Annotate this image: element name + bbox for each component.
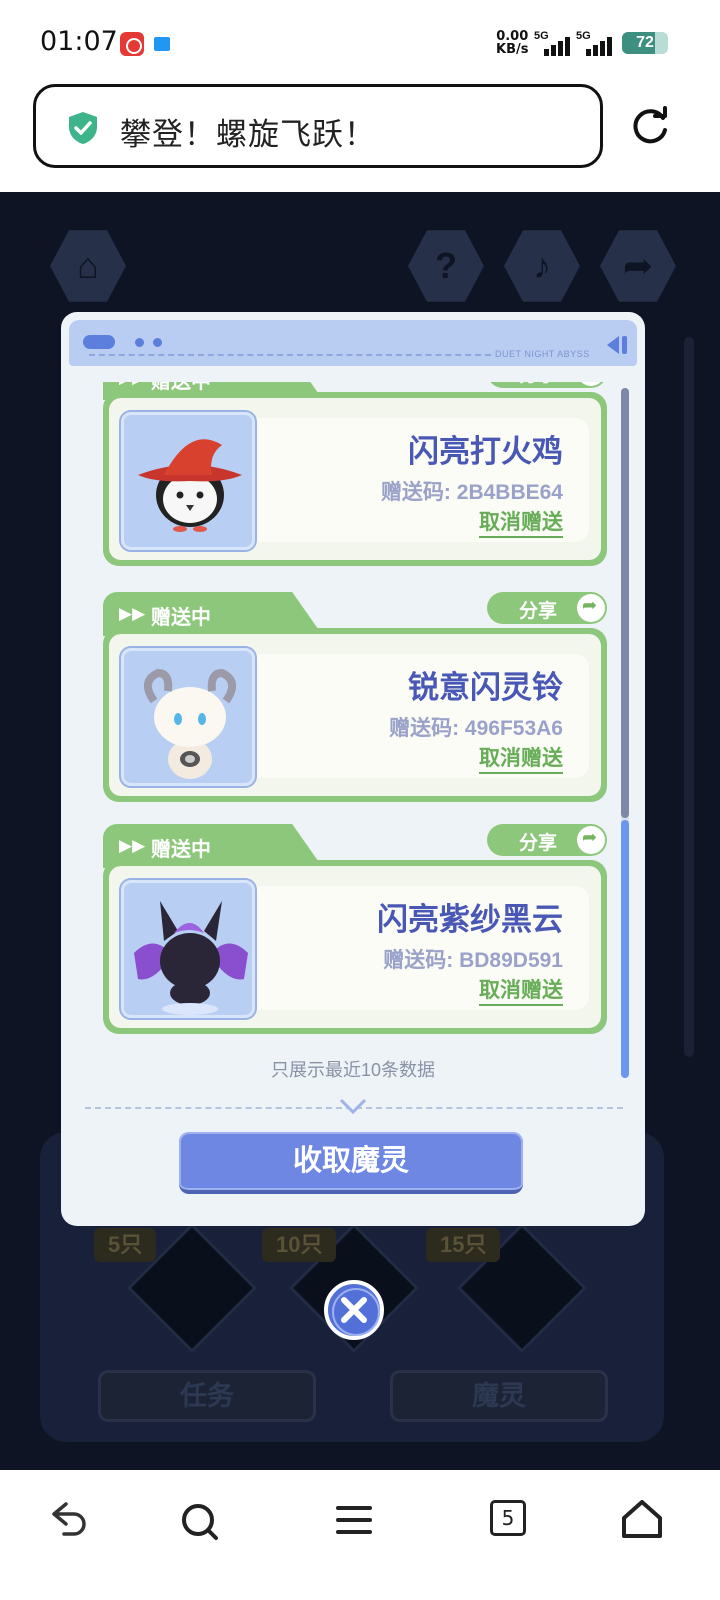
share-arrow-icon: ➦ [622,245,654,286]
page-title: 攀登！螺旋飞跃！ [120,117,376,152]
battery-icon: 72 [622,32,668,54]
gift-code: 赠送码: 496F53A6 [389,717,563,740]
signal-label-2: 5G [576,30,591,42]
spirit-thumbnail-sheep [119,646,257,788]
share-button[interactable]: 分享 [487,824,607,856]
share-icon [577,594,605,622]
spirit-name: 闪亮紫纱黑云 [377,902,563,937]
clock: 01:07 [40,26,118,57]
header-brand: DUET NIGHT ABYSS [495,349,590,359]
share-button[interactable]: 分享 [487,382,607,388]
gift-card-body: 锐意闪灵铃 赠送码: 496F53A6 取消赠送 [103,628,607,802]
tab-count: 5 [490,1500,526,1536]
share-button[interactable]: 分享 [487,592,607,624]
collect-spirit-button[interactable]: 收取魔灵 [179,1132,523,1194]
network-speed-unit: KB/s [496,42,529,57]
gift-list[interactable]: ▶▶ 赠送中 分享 [61,382,645,1054]
gift-card: ▶▶ 赠送中 分享 [103,824,607,1038]
gift-card-body: 闪亮紫纱黑云 赠送码: BD89D591 取消赠送 [103,860,607,1034]
share-label: 分享 [519,601,558,622]
page-scrollbar[interactable] [684,337,694,1057]
spirit-thumbnail-purple-cloud [119,878,257,1020]
play-arrows-icon: ▶▶ [119,382,145,388]
browser-bottom-nav: 5 [0,1470,720,1600]
secure-shield-icon [69,112,97,144]
gift-card-body: 闪亮打火鸡 赠送码: 2B4BBE64 取消赠送 [103,392,607,566]
spirit-button[interactable]: 魔灵 [390,1370,608,1422]
share-label: 分享 [519,382,557,387]
share-icon [577,826,605,854]
count-tag-5: 5只 [94,1228,157,1262]
dialog-header: DUET NIGHT ABYSS [69,320,637,366]
help-button[interactable]: ? [408,230,484,302]
header-arrow-icon [607,336,627,354]
share-button[interactable]: ➦ [600,230,676,302]
reload-icon[interactable] [630,106,670,146]
spirit-thumbnail-fire-chicken [119,410,257,552]
status-bar: 01:07 0.00 KB/s 5G 5G 72 [0,0,720,88]
menu-icon[interactable] [330,1496,378,1544]
play-arrows-icon: ▶▶ [119,604,146,623]
cancel-gift-link[interactable]: 取消赠送 [479,510,563,538]
gift-list-dialog: DUET NIGHT ABYSS ▶▶ 赠送中 分享 [61,312,645,1226]
network-speed: 0.00 KB/s [496,30,528,56]
home-icon[interactable] [618,1496,666,1544]
home-button[interactable]: ⌂ [50,230,126,302]
list-limit-note: 只展示最近10条数据 [270,1060,436,1080]
list-scrollbar-upper [621,388,629,818]
gift-status: 赠送中 [151,839,211,861]
gift-card: ▶▶ 赠送中 分享 [103,382,607,570]
battery-level: 72 [636,34,654,51]
gift-status: 赠送中 [151,607,211,629]
gift-code: 赠送码: 2B4BBE64 [380,481,563,504]
music-icon: ♪ [533,245,551,286]
share-label: 分享 [519,833,558,854]
close-dialog-button[interactable] [324,1280,384,1340]
signal-label: 5G [534,30,549,42]
help-icon: ? [435,245,457,286]
back-icon[interactable] [44,1496,92,1544]
search-icon[interactable] [176,1496,224,1544]
home-icon: ⌂ [77,245,99,286]
share-icon [577,382,605,386]
signal-strength-icon: 5G [534,30,570,56]
spirit-name: 锐意闪灵铃 [408,670,563,705]
cancel-gift-link[interactable]: 取消赠送 [479,746,563,774]
signal-strength-icon-2: 5G [576,30,612,56]
count-tag-15: 15只 [426,1228,501,1262]
gift-card: ▶▶ 赠送中 分享 [103,592,607,806]
gift-code: 赠送码: BD89D591 [383,949,563,972]
close-icon [341,1297,367,1323]
spirit-name: 闪亮打火鸡 [408,434,563,469]
music-app-notification-icon [120,32,144,56]
divider-chevron-icon [339,1098,367,1114]
play-arrows-icon: ▶▶ [119,836,146,855]
list-scrollbar-thumb[interactable] [621,820,629,1078]
app-notification-icon [154,37,170,51]
cancel-gift-link[interactable]: 取消赠送 [479,978,563,1006]
address-bar[interactable]: 攀登！螺旋飞跃！ [33,84,603,168]
tabs-button[interactable]: 5 [490,1496,538,1544]
count-tag-10: 10只 [262,1228,337,1262]
task-button[interactable]: 任务 [98,1370,316,1422]
music-button[interactable]: ♪ [504,230,580,302]
